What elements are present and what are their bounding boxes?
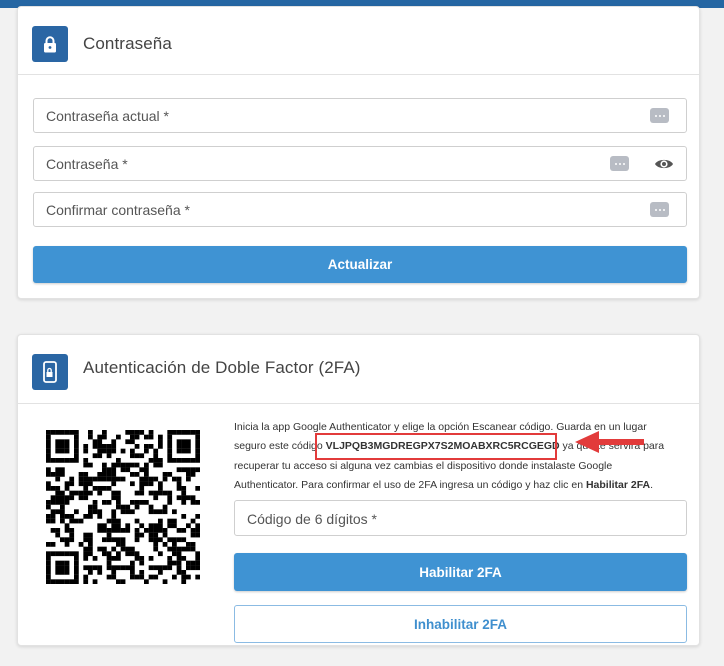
instructions-text: . xyxy=(650,479,654,492)
confirm-password-label: Confirmar contraseña * xyxy=(46,202,190,218)
password-card-title: Contraseña xyxy=(83,34,172,53)
current-password-label: Contraseña actual * xyxy=(46,108,169,124)
new-password-label: Contraseña * xyxy=(46,156,128,172)
enable-2fa-button[interactable]: Habilitar 2FA xyxy=(234,553,687,591)
password-manager-icon[interactable] xyxy=(650,202,669,217)
password-card: Contraseña Contraseña actual * Contraseñ… xyxy=(17,6,700,299)
six-digit-code-field[interactable]: Código de 6 dígitos * xyxy=(234,500,687,536)
instructions-strong: Habilitar 2FA xyxy=(585,479,651,492)
password-card-header: Contraseña xyxy=(18,7,699,75)
twofa-card: Autenticación de Doble Factor (2FA) Inic… xyxy=(17,334,700,646)
update-button[interactable]: Actualizar xyxy=(33,246,687,283)
twofa-card-header: Autenticación de Doble Factor (2FA) xyxy=(18,335,699,404)
disable-2fa-button[interactable]: Inhabilitar 2FA xyxy=(234,605,687,643)
secret-code-highlight xyxy=(315,433,557,460)
new-password-field[interactable]: Contraseña * xyxy=(33,146,687,181)
pointer-arrow-icon xyxy=(575,431,644,453)
phone-lock-icon xyxy=(32,354,68,390)
qr-code-icon xyxy=(46,430,200,584)
password-manager-icon[interactable] xyxy=(610,156,629,171)
lock-icon xyxy=(32,26,68,62)
password-manager-icon[interactable] xyxy=(650,108,669,123)
code-field-label: Código de 6 dígitos * xyxy=(247,511,377,527)
show-password-eye-icon[interactable] xyxy=(654,157,674,176)
twofa-card-title: Autenticación de Doble Factor (2FA) xyxy=(83,358,361,377)
confirm-password-field[interactable]: Confirmar contraseña * xyxy=(33,192,687,227)
current-password-field[interactable]: Contraseña actual * xyxy=(33,98,687,133)
